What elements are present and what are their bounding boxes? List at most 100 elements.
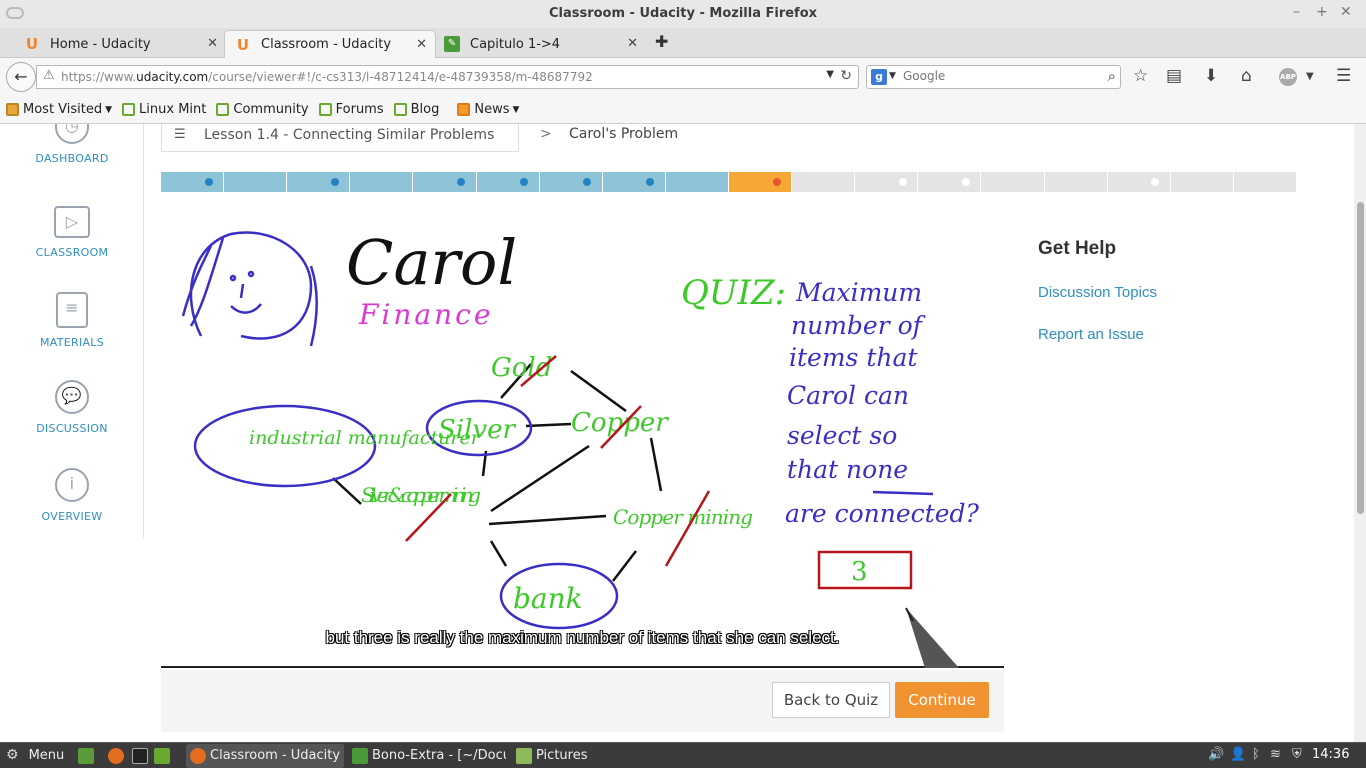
nav-dashboard[interactable]: ◷ DASHBOARD (0, 124, 144, 165)
nav-discussion[interactable]: 💬 DISCUSSION (0, 380, 144, 435)
whiteboard-drawing: Carol Finance Gold Silver Copper industr… (181, 226, 979, 668)
tab-capitulo[interactable]: ✎ Capitulo 1->4 ✕ (434, 30, 646, 58)
progress-dot (204, 178, 213, 186)
minimize-button[interactable]: – (1293, 4, 1300, 20)
lesson-breadcrumb[interactable]: ☰ Lesson 1.4 - Connecting Similar Proble… (161, 124, 519, 152)
progress-segment[interactable] (1044, 172, 1107, 192)
quiz-line: items that (789, 343, 918, 372)
url-history-dropdown-icon[interactable]: ▼ (826, 69, 834, 80)
shield-icon[interactable]: ⛨ (1292, 747, 1302, 762)
close-window-button[interactable]: ✕ (1340, 4, 1352, 20)
adblock-icon[interactable]: ABP (1279, 68, 1297, 86)
scrollbar-thumb[interactable] (1357, 202, 1364, 514)
progress-segment[interactable] (918, 172, 981, 192)
info-icon: i (55, 468, 89, 502)
bookmark-news[interactable]: News ▼ (457, 102, 519, 117)
quiz-label: QUIZ: (681, 273, 786, 313)
progress-dot (772, 178, 781, 186)
progress-segment[interactable] (729, 172, 792, 192)
google-icon[interactable]: g (871, 69, 887, 85)
firefox-icon (190, 748, 206, 764)
progress-dot (583, 178, 592, 186)
progress-segment[interactable] (1107, 172, 1170, 192)
nav-materials[interactable]: ≡ MATERIALS (0, 292, 144, 349)
taskbar-window-pictures[interactable]: Pictures (512, 744, 670, 768)
mint-icon (216, 103, 230, 116)
search-icon[interactable]: ⌕ (1108, 67, 1116, 85)
tab-home-udacity[interactable]: U Home - Udacity ✕ (14, 30, 226, 58)
bookmark-community[interactable]: Community (216, 102, 309, 117)
search-engine-dropdown-icon[interactable]: ▼ (889, 71, 896, 81)
home-icon[interactable]: ⌂ (1241, 66, 1252, 86)
terminal-icon[interactable] (132, 748, 148, 764)
adblock-dropdown-icon[interactable]: ▼ (1306, 71, 1314, 82)
progress-segment[interactable] (413, 172, 476, 192)
taskbar-window-bono-extra[interactable]: Bono-Extra - [~/Docu... (348, 744, 506, 768)
nav-overview[interactable]: i OVERVIEW (0, 468, 144, 523)
start-menu-button[interactable]: ⚙ Menu (6, 747, 64, 763)
url-text: https://www.udacity.com/course/viewer#!/… (61, 70, 593, 84)
search-input[interactable] (903, 69, 1093, 83)
quiz-line: are connected? (785, 499, 979, 528)
video-controls: Back to Quiz Continue (161, 670, 1004, 732)
discussion-topics-link[interactable]: Discussion Topics (1038, 284, 1157, 301)
wifi-icon[interactable]: ≋ (1270, 747, 1281, 762)
nav-classroom[interactable]: ▷ CLASSROOM (0, 206, 144, 259)
firefox-icon[interactable] (108, 748, 124, 764)
bookmarks-list-icon[interactable]: ▤ (1166, 66, 1182, 86)
hamburger-menu-icon[interactable]: ☰ (1336, 66, 1351, 86)
carol-role-text: Finance (358, 298, 493, 331)
progress-segment[interactable] (855, 172, 918, 192)
bookmark-blog[interactable]: Blog (393, 102, 439, 117)
quiz-line: Carol can (787, 381, 909, 410)
close-tab-icon[interactable]: ✕ (627, 36, 638, 51)
progress-segment[interactable] (476, 172, 539, 192)
get-help-heading: Get Help (1038, 238, 1117, 259)
taskbar-window-classroom[interactable]: Classroom - Udacity -... (186, 744, 344, 768)
node-industrial: industrial manufacturer (249, 427, 482, 449)
show-desktop-icon[interactable] (78, 748, 94, 764)
progress-segment[interactable] (981, 172, 1044, 192)
close-tab-icon[interactable]: ✕ (416, 37, 427, 52)
bookmark-forums[interactable]: Forums (318, 102, 384, 117)
close-tab-icon[interactable]: ✕ (207, 36, 218, 51)
new-tab-button[interactable]: ✚ (655, 32, 668, 51)
progress-segment[interactable] (350, 172, 413, 192)
progress-segment[interactable] (1170, 172, 1233, 192)
downloads-icon[interactable]: ⬇ (1204, 66, 1218, 86)
tab-label: Home - Udacity (50, 36, 151, 52)
maximize-button[interactable]: + (1316, 4, 1328, 20)
url-bar[interactable]: ⚠ https://www.udacity.com/course/viewer#… (36, 65, 859, 89)
progress-segment[interactable] (1233, 172, 1296, 192)
carol-name-text: Carol (346, 226, 517, 299)
progress-segment[interactable] (602, 172, 665, 192)
files-icon[interactable] (154, 748, 170, 764)
volume-icon[interactable]: 🔊 (1208, 747, 1224, 762)
progress-segment[interactable] (665, 172, 728, 192)
bookmark-linux-mint[interactable]: Linux Mint (122, 102, 206, 117)
progress-segment[interactable] (539, 172, 602, 192)
progress-segment[interactable] (161, 172, 224, 192)
bluetooth-icon[interactable]: ᛒ (1252, 747, 1260, 762)
reload-icon[interactable]: ↻ (840, 68, 852, 84)
user-icon[interactable]: 👤 (1230, 747, 1246, 762)
chevron-down-icon: ▼ (512, 104, 520, 115)
bookmark-star-icon[interactable]: ☆ (1133, 66, 1148, 86)
back-to-quiz-button[interactable]: Back to Quiz (772, 682, 890, 718)
progress-dot (330, 178, 339, 186)
bookmark-most-visited[interactable]: Most Visited ▼ (6, 102, 112, 117)
continue-button[interactable]: Continue (895, 682, 989, 718)
mint-icon (393, 103, 407, 116)
lesson-video[interactable]: Carol Finance Gold Silver Copper industr… (161, 206, 1004, 668)
progress-segment[interactable] (792, 172, 855, 192)
progress-segment[interactable] (224, 172, 287, 192)
page-scrollbar[interactable] (1354, 124, 1366, 742)
report-issue-link[interactable]: Report an Issue (1038, 326, 1144, 343)
warning-icon: ⚠ (43, 68, 55, 83)
progress-segment[interactable] (287, 172, 350, 192)
tab-classroom-udacity[interactable]: U Classroom - Udacity ✕ (224, 30, 436, 58)
back-button[interactable]: ← (6, 62, 36, 92)
search-box[interactable]: g ▼ ⌕ (866, 65, 1121, 89)
taskbar: ⚙ Menu Classroom - Udacity -... Bono-Ext… (0, 742, 1366, 768)
left-navigation: ◷ DASHBOARD ▷ CLASSROOM ≡ MATERIALS 💬 DI… (0, 124, 144, 538)
